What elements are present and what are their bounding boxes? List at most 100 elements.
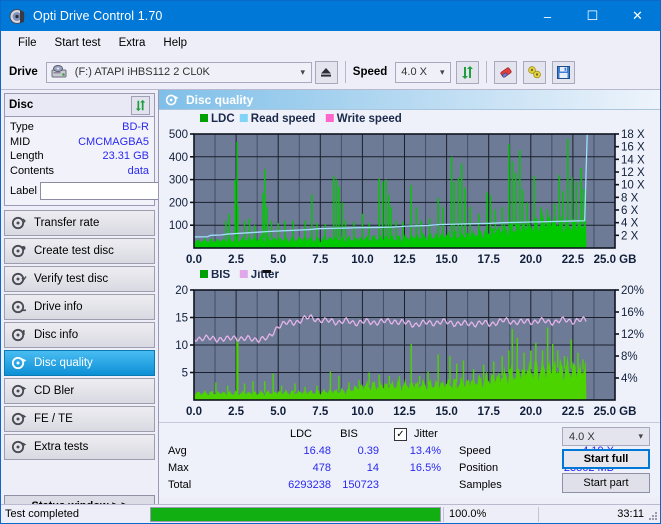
- sidebar: Disc Type BD-R MID CMCMAGBA5 Length 23.3…: [1, 90, 243, 518]
- disc-row-type: Type BD-R: [10, 120, 149, 135]
- speed-select[interactable]: 4.0 X ▾: [395, 61, 452, 83]
- disc-refresh-button[interactable]: [131, 95, 150, 115]
- bis-chart[interactable]: BIS Jitter 5 10 15 20 4% 8% 12% 16% 20% 0.0 2.5 5.0 7.…: [160, 270, 659, 422]
- svg-text:0.0: 0.0: [186, 254, 202, 266]
- stats-avg-bis: 0.39: [357, 445, 379, 457]
- disc-info-icon: [11, 327, 27, 343]
- chevron-down-icon: ▾: [300, 66, 306, 77]
- chevron-down-icon: ▾: [638, 431, 643, 441]
- sidebar-item-drive-info[interactable]: Drive info: [4, 294, 155, 320]
- toolbar-separator: [344, 61, 346, 83]
- elapsed-time: 33:11: [538, 506, 660, 522]
- svg-text:2.5: 2.5: [228, 254, 245, 266]
- svg-text:12 X: 12 X: [621, 167, 645, 179]
- svg-text:300: 300: [169, 175, 188, 187]
- sidebar-item-verify-test-disc[interactable]: Verify test disc: [4, 266, 155, 292]
- sidebar-item-disc-info[interactable]: Disc info: [4, 322, 155, 348]
- svg-text:0.0: 0.0: [186, 406, 202, 418]
- sidebar-item-label: Extra tests: [34, 441, 89, 453]
- stats-max-bis: 14: [366, 462, 379, 474]
- refresh-button[interactable]: [456, 60, 480, 84]
- svg-text:12.5: 12.5: [393, 406, 416, 418]
- svg-text:5.0: 5.0: [270, 406, 286, 418]
- sidebar-item-label: CD Bler: [34, 385, 75, 397]
- resize-grip[interactable]: [648, 511, 658, 521]
- progress-percent: 100.0%: [443, 506, 538, 522]
- sidebar-item-disc-quality[interactable]: Disc quality: [4, 350, 155, 376]
- svg-text:2 X: 2 X: [621, 230, 639, 242]
- sidebar-item-label: Transfer rate: [34, 217, 100, 229]
- svg-text:16%: 16%: [621, 307, 644, 319]
- disc-label-row: Label: [10, 181, 243, 201]
- drive-label: Drive: [9, 66, 38, 78]
- maximize-button[interactable]: ☐: [570, 1, 615, 31]
- sidebar-item-cd-bler[interactable]: CD Bler: [4, 378, 155, 404]
- svg-text:17.5: 17.5: [478, 406, 501, 418]
- menu-bar: File Start test Extra Help: [1, 31, 660, 55]
- menu-file[interactable]: File: [9, 34, 46, 52]
- close-button[interactable]: ✕: [615, 1, 660, 31]
- jitter-checkbox[interactable]: ✓: [394, 428, 407, 441]
- disc-create-icon: [11, 243, 27, 259]
- disc-label-label: Label: [10, 185, 37, 197]
- svg-text:6 X: 6 X: [621, 205, 639, 217]
- test-speed-select[interactable]: 4.0 X ▾: [562, 427, 650, 446]
- eject-button[interactable]: [314, 60, 338, 84]
- disc-transfer-icon: [11, 215, 27, 231]
- sidebar-item-label: Disc info: [34, 329, 79, 341]
- chevron-down-icon: ▾: [440, 66, 445, 77]
- minimize-button[interactable]: –: [525, 1, 570, 31]
- app-disc-icon: [9, 8, 26, 25]
- menu-start-test[interactable]: Start test: [46, 34, 110, 52]
- drive-select[interactable]: (F:) ATAPI iHBS112 2 CL0K ▾: [45, 61, 312, 83]
- stats-panel: LDC BIS ✓ Jitter Avg Max Total 16.48 478…: [159, 422, 660, 497]
- sidebar-item-label: Verify test disc: [34, 273, 109, 285]
- menu-help[interactable]: Help: [154, 34, 196, 52]
- disc-verify-icon: [11, 271, 27, 287]
- svg-text:12.5: 12.5: [393, 254, 416, 266]
- progress-fill: [151, 507, 440, 521]
- svg-text:10 X: 10 X: [621, 180, 645, 192]
- disc-row-contents: Contents data: [10, 164, 149, 179]
- charts-area: LDC Read speed Write speed 100 200 300 400 500 2…: [159, 110, 660, 422]
- start-full-button[interactable]: Start full: [562, 449, 650, 469]
- svg-text:15: 15: [175, 313, 188, 325]
- menu-extra[interactable]: Extra: [110, 34, 155, 52]
- title-bar: Opti Drive Control 1.70 – ☐ ✕: [1, 1, 660, 31]
- svg-text:10: 10: [175, 340, 188, 352]
- svg-text:8%: 8%: [621, 351, 638, 363]
- drive-info-icon: [11, 299, 27, 315]
- svg-text:20%: 20%: [621, 285, 644, 297]
- svg-text:100: 100: [169, 220, 188, 232]
- samples-stat-label: Samples: [459, 479, 502, 491]
- tools-button[interactable]: [523, 60, 547, 84]
- start-part-button[interactable]: Start part: [562, 473, 650, 493]
- svg-text:5.0: 5.0: [270, 254, 286, 266]
- svg-text:12%: 12%: [621, 329, 644, 341]
- ldc-chart[interactable]: LDC Read speed Write speed 100 200 300 400 500 2…: [160, 112, 659, 270]
- sidebar-item-extra-tests[interactable]: Extra tests: [4, 434, 155, 460]
- sidebar-item-label: FE / TE: [34, 413, 73, 425]
- svg-text:200: 200: [169, 197, 188, 209]
- svg-text:7.5: 7.5: [312, 254, 329, 266]
- stats-max-jitter: 16.5%: [409, 462, 441, 474]
- test-speed-value: 4.0 X: [569, 430, 595, 443]
- sidebar-item-transfer-rate[interactable]: Transfer rate: [4, 210, 155, 236]
- cd-bler-icon: [11, 383, 27, 399]
- svg-text:5: 5: [182, 368, 188, 380]
- progress-bar: [150, 506, 441, 522]
- svg-text:10.0: 10.0: [351, 406, 373, 418]
- eraser-button[interactable]: [494, 60, 518, 84]
- sidebar-item-fe-te[interactable]: FE / TE: [4, 406, 155, 432]
- stats-col-bis: BIS: [340, 428, 358, 440]
- stats-total-bis: 150723: [342, 479, 379, 491]
- svg-text:2.5: 2.5: [228, 406, 245, 418]
- fe-te-icon: [11, 411, 27, 427]
- svg-text:22.5: 22.5: [562, 254, 585, 266]
- sidebar-item-label: Drive info: [34, 301, 83, 313]
- disc-contents-value: data: [127, 164, 149, 177]
- disc-quality-icon: [11, 355, 27, 371]
- sidebar-item-create-test-disc[interactable]: Create test disc: [4, 238, 155, 264]
- save-button[interactable]: [552, 60, 576, 84]
- status-bar: Test completed 100.0% 33:11: [1, 504, 660, 523]
